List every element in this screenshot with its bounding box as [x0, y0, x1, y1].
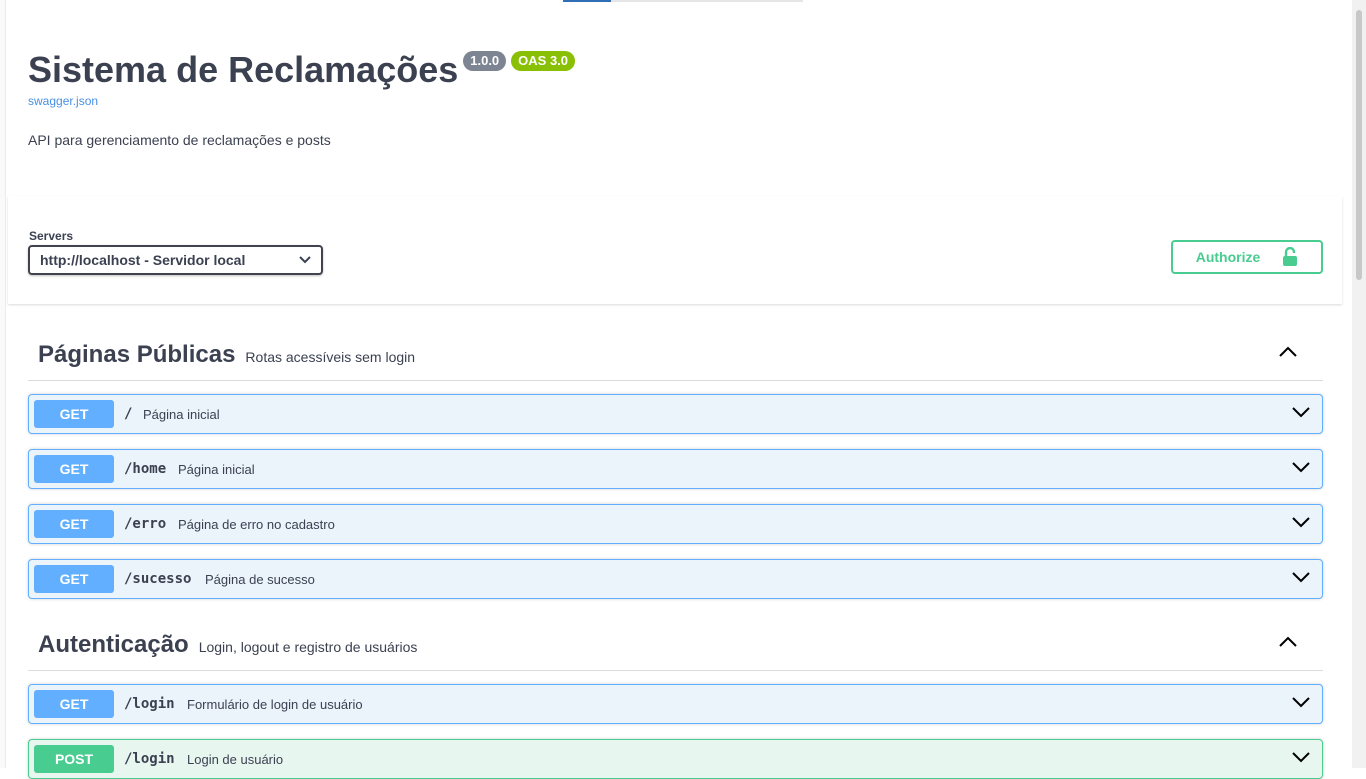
operation-summary: Página inicial [143, 407, 220, 422]
tag-description: Rotas acessíveis sem login [245, 348, 416, 365]
servers-select-value: http://localhost - Servidor local [40, 252, 246, 268]
top-tab-indicator [563, 0, 803, 2]
operation-summary: Página de erro no cadastro [178, 517, 335, 532]
operation-summary: Página de sucesso [205, 572, 315, 587]
method-badge: GET [34, 690, 114, 718]
api-description: API para gerenciamento de reclamações e … [28, 132, 331, 148]
chevron-down-icon[interactable] [1292, 516, 1310, 528]
page-title: Sistema de Reclamações [28, 49, 459, 90]
authorize-label: Authorize [1195, 249, 1261, 265]
tag-section-paginas-publicas: Páginas Públicas Rotas acessíveis sem lo… [28, 330, 1323, 599]
oas-badge: OAS 3.0 [511, 51, 576, 71]
operation-summary: Formulário de login de usuário [187, 697, 363, 712]
page-scrollbar[interactable] [1352, 0, 1366, 768]
operation-post-login[interactable]: POST /login Login de usuário [28, 739, 1323, 779]
chevron-down-icon[interactable] [1292, 696, 1310, 708]
chevron-up-icon[interactable] [1279, 346, 1297, 358]
operation-path: /sucesso [124, 571, 192, 587]
scrollbar-thumb[interactable] [1356, 10, 1362, 280]
active-tab-indicator [563, 0, 611, 2]
operation-path: /erro [124, 516, 167, 532]
chevron-down-icon [299, 256, 311, 264]
operation-path: /login [124, 696, 175, 712]
operation-get-sucesso[interactable]: GET /sucesso Página de sucesso [28, 559, 1323, 599]
title-row: Sistema de Reclamações 1.0.0 OAS 3.0 [28, 48, 1318, 92]
chevron-down-icon[interactable] [1292, 406, 1310, 418]
servers-panel: Servers http://localhost - Servidor loca… [8, 196, 1342, 304]
api-info: Sistema de Reclamações 1.0.0 OAS 3.0 swa… [28, 48, 1318, 148]
operation-get-erro[interactable]: GET /erro Página de erro no cadastro [28, 504, 1323, 544]
tag-header-autenticacao[interactable]: Autenticação Login, logout e registro de… [28, 620, 1323, 671]
authorize-button[interactable]: Authorize [1171, 240, 1323, 274]
method-badge: GET [34, 455, 114, 483]
tag-header-paginas-publicas[interactable]: Páginas Públicas Rotas acessíveis sem lo… [28, 330, 1323, 381]
unlocked-icon [1283, 247, 1298, 266]
chevron-down-icon[interactable] [1292, 461, 1310, 473]
version-badge: 1.0.0 [463, 51, 507, 71]
operation-get-home[interactable]: GET /home Página inicial [28, 449, 1323, 489]
tag-description: Login, logout e registro de usuários [198, 638, 418, 655]
chevron-down-icon[interactable] [1292, 751, 1310, 763]
window-left-edge [0, 0, 6, 768]
tag-section-autenticacao: Autenticação Login, logout e registro de… [28, 620, 1323, 779]
spec-json-link[interactable]: swagger.json [28, 94, 1318, 108]
method-badge: POST [34, 745, 114, 773]
operation-summary: Login de usuário [187, 752, 284, 767]
servers-select[interactable]: http://localhost - Servidor local [28, 245, 323, 275]
operation-path: /home [124, 461, 167, 477]
method-badge: GET [34, 565, 114, 593]
chevron-down-icon[interactable] [1292, 571, 1310, 583]
method-badge: GET [34, 400, 114, 428]
tag-name: Autenticação [38, 631, 189, 658]
operation-path: /login [124, 751, 175, 767]
servers-label: Servers [29, 229, 74, 243]
operation-path: / [124, 406, 133, 422]
chevron-up-icon[interactable] [1279, 636, 1297, 648]
operation-get-root[interactable]: GET / Página inicial [28, 394, 1323, 434]
operation-get-login[interactable]: GET /login Formulário de login de usuári… [28, 684, 1323, 724]
method-badge: GET [34, 510, 114, 538]
operation-summary: Página inicial [178, 462, 255, 477]
tag-name: Páginas Públicas [38, 341, 236, 368]
